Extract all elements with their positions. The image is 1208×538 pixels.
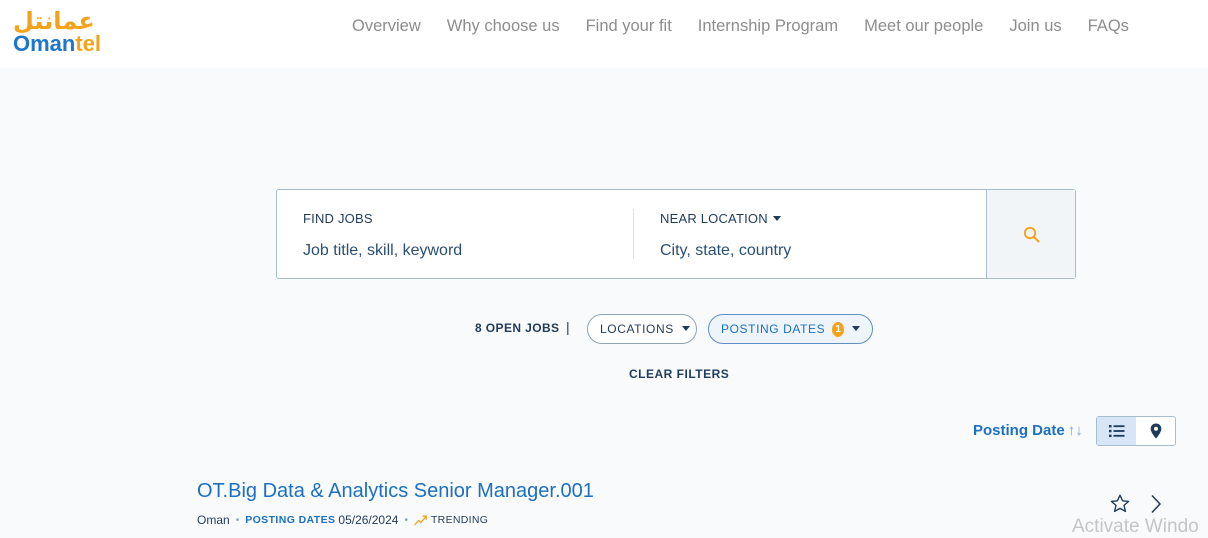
nav-faqs[interactable]: FAQs — [1075, 16, 1142, 36]
trending-icon — [413, 515, 427, 525]
windows-activation-watermark: Activate Windo — [1072, 516, 1199, 537]
filter-separator: | — [566, 319, 570, 335]
job-meta: Oman • POSTING DATES 05/26/2024 • TRENDI… — [197, 513, 488, 527]
main-nav: Overview Why choose us Find your fit Int… — [339, 16, 1142, 36]
caret-down-icon — [852, 325, 860, 331]
nav-meet-our-people[interactable]: Meet our people — [851, 16, 996, 36]
nav-why-choose-us[interactable]: Why choose us — [434, 16, 573, 36]
find-jobs-input[interactable] — [303, 242, 603, 260]
nav-overview[interactable]: Overview — [339, 16, 434, 36]
logo-latin-text: Omantel — [13, 32, 101, 56]
star-icon — [1110, 494, 1130, 513]
sort-label: Posting Date — [973, 422, 1065, 439]
meta-dot: • — [235, 514, 240, 526]
save-job-button[interactable] — [1110, 494, 1130, 518]
sort-button[interactable]: Posting Date ↑↓ — [973, 422, 1083, 439]
search-icon — [1023, 226, 1040, 243]
job-location: Oman — [197, 513, 230, 527]
map-view-button[interactable] — [1136, 417, 1175, 445]
map-pin-icon — [1150, 423, 1161, 439]
near-location-input[interactable] — [660, 242, 960, 260]
logo-latin-main: Oman — [13, 31, 76, 56]
caret-down-icon — [772, 216, 781, 222]
job-title-link[interactable]: OT.Big Data & Analytics Senior Manager.0… — [197, 480, 594, 503]
sort-arrows-icon: ↑↓ — [1067, 422, 1083, 439]
nav-join-us[interactable]: Join us — [996, 16, 1074, 36]
chevron-right-icon — [1151, 494, 1162, 514]
filter-count-badge: 1 — [832, 321, 844, 337]
posting-dates-filter-label: POSTING DATES — [721, 322, 826, 336]
locations-filter-label: LOCATIONS — [600, 322, 674, 336]
near-location-label-text: NEAR LOCATION — [660, 211, 768, 226]
near-location-field: NEAR LOCATION — [633, 209, 986, 260]
trending-label: TRENDING — [430, 514, 489, 526]
near-location-label[interactable]: NEAR LOCATION — [660, 211, 781, 226]
posting-dates-meta-label: POSTING DATES — [245, 514, 336, 526]
open-jobs-count: 8 OPEN JOBS — [475, 321, 560, 335]
nav-find-your-fit[interactable]: Find your fit — [573, 16, 685, 36]
site-header: عمانتل Omantel Overview Why choose us Fi… — [0, 0, 1208, 68]
list-icon — [1108, 425, 1124, 438]
view-toggle — [1096, 416, 1176, 446]
omantel-logo[interactable]: عمانتل Omantel — [13, 8, 109, 56]
find-jobs-label: FIND JOBS — [303, 211, 373, 226]
nav-internship-program[interactable]: Internship Program — [685, 16, 851, 36]
clear-filters-button[interactable]: CLEAR FILTERS — [629, 367, 729, 381]
meta-dot: • — [404, 514, 408, 526]
job-search-box: FIND JOBS NEAR LOCATION — [276, 189, 1076, 279]
logo-latin-accent: tel — [75, 31, 102, 56]
job-posting-date: 05/26/2024 — [338, 513, 399, 527]
search-button[interactable] — [986, 190, 1075, 278]
caret-down-icon — [681, 325, 690, 331]
posting-dates-filter-button[interactable]: POSTING DATES 1 — [708, 314, 873, 344]
locations-filter-button[interactable]: LOCATIONS — [587, 314, 697, 344]
list-view-button[interactable] — [1097, 417, 1136, 445]
find-jobs-field: FIND JOBS — [277, 190, 632, 278]
